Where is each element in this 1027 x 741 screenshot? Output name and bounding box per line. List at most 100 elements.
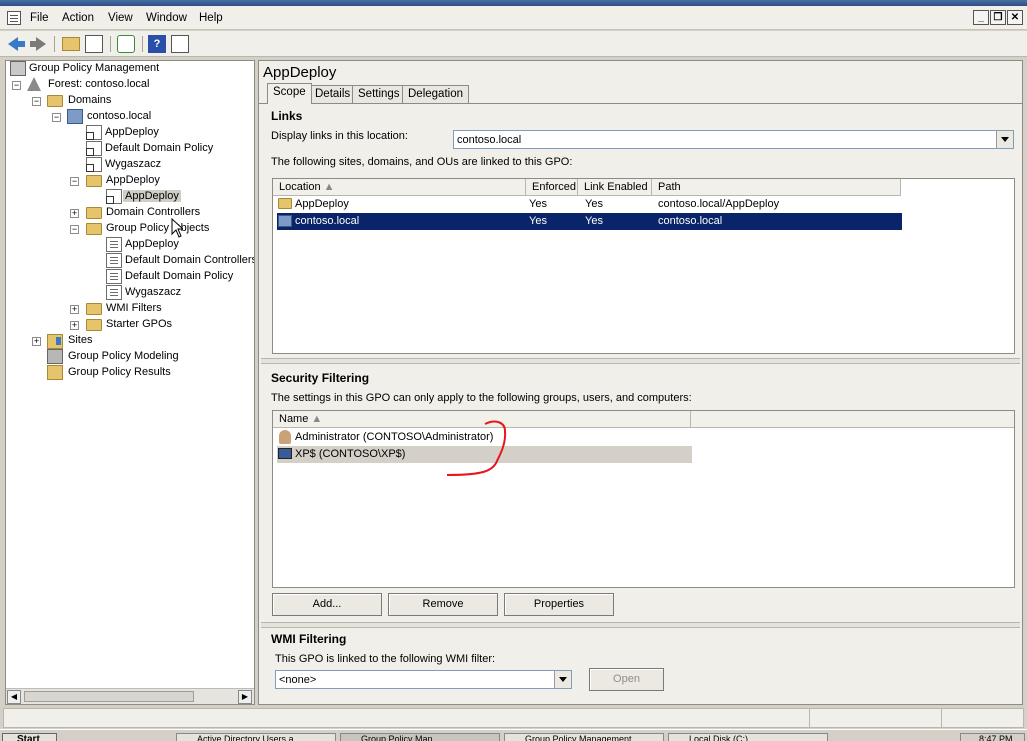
taskbar-item-gpm-active[interactable]: Group Policy Man... (340, 733, 500, 741)
forward-icon[interactable] (30, 35, 48, 53)
tab-delegation[interactable]: Delegation (402, 85, 469, 103)
location-dropdown[interactable]: contoso.local (453, 130, 1014, 149)
close-button[interactable]: ✕ (1007, 10, 1023, 25)
results-icon (47, 365, 63, 380)
taskbar-item-gpm[interactable]: Group Policy Management ... (504, 733, 664, 741)
gpo-title: AppDeploy (263, 64, 337, 81)
links-list[interactable]: Location ▲ Enforced Link Enabled Path Ap… (272, 178, 1015, 354)
properties-button[interactable]: Properties (504, 593, 614, 616)
up-folder-icon[interactable] (62, 37, 80, 51)
toolbar-separator (142, 36, 143, 52)
collapse-icon[interactable]: − (70, 225, 79, 234)
chevron-down-icon[interactable] (554, 671, 571, 688)
table-row-selected[interactable]: contoso.local Yes Yes contoso.local (277, 213, 902, 230)
gpo-icon (106, 285, 122, 300)
ou-folder-icon (86, 175, 102, 187)
ou-folder-icon (278, 198, 292, 209)
tab-divider (259, 103, 1022, 104)
expand-icon[interactable]: + (32, 337, 41, 346)
wmi-filtering-description: This GPO is linked to the following WMI … (275, 653, 496, 665)
toolbar-separator (110, 36, 111, 52)
folder-icon (86, 319, 102, 331)
menu-help[interactable]: Help (199, 12, 223, 24)
security-filtering-description: The settings in this GPO can only apply … (271, 392, 692, 404)
folder-icon (86, 223, 102, 235)
app-icon (7, 11, 21, 25)
tab-details[interactable]: Details (309, 85, 357, 103)
menu-action[interactable]: Action (62, 12, 94, 24)
properties-icon[interactable] (171, 35, 189, 53)
red-annotation-bracket (446, 420, 507, 476)
gpm-icon (10, 61, 26, 76)
scroll-thumb[interactable] (24, 691, 194, 702)
menu-bar: File Action View Window Help _ ❐ ✕ (0, 6, 1027, 30)
expand-icon[interactable]: + (70, 209, 79, 218)
status-bar (3, 708, 1024, 728)
toolbar-separator (54, 36, 55, 52)
collapse-icon[interactable]: − (52, 113, 61, 122)
folder-icon (47, 95, 63, 107)
table-row[interactable]: AppDeploy Yes Yes contoso.local/AppDeplo… (277, 196, 902, 213)
gpo-link-icon (86, 125, 102, 140)
taskbar-item-local-disk[interactable]: Local Disk (C:) (668, 733, 828, 741)
user-icon (279, 430, 291, 444)
help-icon[interactable]: ? (148, 35, 166, 53)
ou-folder-icon (86, 207, 102, 219)
gpo-link-icon (106, 189, 122, 204)
folder-icon (86, 303, 102, 315)
chevron-down-icon[interactable] (996, 131, 1013, 148)
column-header-empty (691, 411, 1014, 428)
status-cell (941, 709, 1024, 727)
menu-file[interactable]: File (30, 12, 49, 24)
column-header-location[interactable]: Location ▲ (273, 179, 526, 196)
display-links-label: Display links in this location: (271, 130, 408, 142)
add-button[interactable]: Add... (272, 593, 382, 616)
pane-splitter[interactable] (261, 358, 1020, 364)
sort-ascending-icon: ▲ (311, 413, 323, 425)
scroll-left-icon[interactable]: ◀ (7, 690, 21, 704)
start-button[interactable]: Start (2, 733, 57, 741)
taskbar-item-ad-users[interactable]: Active Directory Users a... (176, 733, 336, 741)
gpo-link-icon (86, 157, 102, 172)
modeling-icon (47, 349, 63, 364)
tab-scope[interactable]: Scope (267, 83, 312, 104)
sort-ascending-icon: ▲ (323, 181, 335, 193)
pane-splitter[interactable] (261, 622, 1020, 628)
security-filtering-list[interactable]: Name ▲ Administrator (CONTOSO\Administra… (272, 410, 1015, 588)
mouse-cursor-icon (171, 218, 183, 238)
menu-view[interactable]: View (108, 12, 133, 24)
gpo-icon (106, 253, 122, 268)
refresh-icon[interactable] (117, 35, 135, 53)
links-description: The following sites, domains, and OUs ar… (271, 156, 573, 168)
gpo-link-icon (86, 141, 102, 156)
forest-icon (27, 77, 41, 91)
back-icon[interactable] (8, 35, 26, 53)
column-header-path[interactable]: Path (652, 179, 901, 196)
links-heading: Links (271, 109, 303, 123)
wmi-filter-dropdown[interactable]: <none> (275, 670, 572, 689)
expand-icon[interactable]: + (70, 305, 79, 314)
collapse-icon[interactable]: − (70, 177, 79, 186)
domain-icon (67, 109, 83, 124)
menu-window[interactable]: Window (146, 12, 187, 24)
remove-button[interactable]: Remove (388, 593, 498, 616)
column-header-enforced[interactable]: Enforced (526, 179, 578, 196)
collapse-icon[interactable]: − (12, 81, 21, 90)
status-cell (809, 709, 941, 727)
sites-icon (47, 334, 63, 349)
location-value: contoso.local (457, 134, 522, 146)
restore-button[interactable]: ❐ (990, 10, 1006, 25)
column-header-link-enabled[interactable]: Link Enabled (578, 179, 652, 196)
tab-settings[interactable]: Settings (352, 85, 406, 103)
expand-icon[interactable]: + (70, 321, 79, 330)
minimize-button[interactable]: _ (973, 10, 989, 25)
details-pane: AppDeploy Scope Details Settings Delegat… (258, 60, 1023, 705)
security-filtering-heading: Security Filtering (271, 371, 370, 385)
open-button[interactable]: Open (589, 668, 664, 691)
domain-icon (278, 215, 292, 227)
show-hide-tree-icon[interactable] (85, 35, 103, 53)
tree-horizontal-scrollbar[interactable]: ◀ ▶ (6, 688, 254, 704)
collapse-icon[interactable]: − (32, 97, 41, 106)
computer-icon (278, 448, 292, 459)
scroll-right-icon[interactable]: ▶ (238, 690, 252, 704)
